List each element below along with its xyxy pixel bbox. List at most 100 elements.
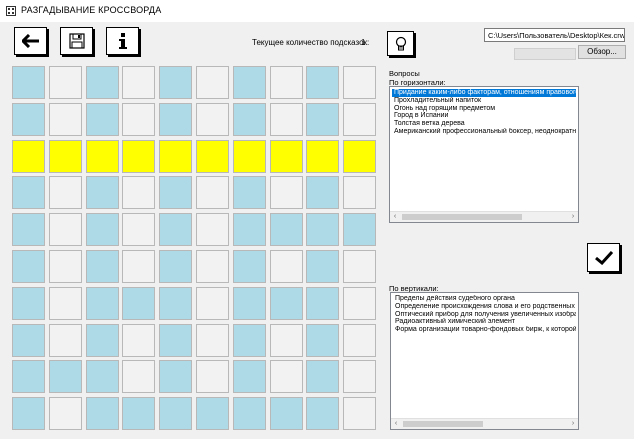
grid-cell [48, 102, 82, 136]
grid-cell[interactable] [12, 360, 45, 394]
grid-cell[interactable] [306, 397, 340, 431]
grid-cell[interactable] [85, 286, 119, 320]
grid-cell[interactable] [48, 360, 82, 394]
grid-cell[interactable] [159, 360, 193, 394]
grid-cell[interactable] [12, 66, 45, 99]
question-item[interactable]: Радиоактивный химический элемент [393, 318, 576, 326]
grid-cell[interactable] [159, 176, 193, 210]
grid-cell[interactable] [12, 323, 45, 357]
grid-cell[interactable] [306, 176, 340, 210]
grid-cell[interactable] [269, 286, 303, 320]
browse-button[interactable]: Обзор... [578, 45, 626, 59]
grid-cell[interactable] [122, 286, 156, 320]
grid-cell[interactable] [306, 286, 340, 320]
grid-cell[interactable] [85, 250, 119, 283]
grid-cell[interactable] [232, 213, 266, 247]
grid-cell[interactable] [85, 102, 119, 136]
grid-cell[interactable] [232, 323, 266, 357]
grid-cell [269, 176, 303, 210]
save-button[interactable] [60, 27, 93, 55]
question-item[interactable]: Пределы действия судебного органа [393, 295, 576, 303]
grid-cell[interactable] [269, 397, 303, 431]
grid-cell[interactable] [343, 139, 377, 173]
vertical-questions-list[interactable]: Пределы действия судебного органа Определ… [390, 292, 579, 430]
question-item[interactable]: Прохладительный напиток [392, 97, 576, 105]
grid-cell[interactable] [12, 176, 45, 210]
grid-cell [196, 66, 229, 99]
grid-cell[interactable] [12, 397, 45, 431]
grid-cell[interactable] [48, 139, 82, 173]
grid-cell[interactable] [85, 397, 119, 431]
grid-cell[interactable] [159, 213, 193, 247]
grid-cell[interactable] [196, 397, 229, 431]
grid-cell [196, 213, 229, 247]
grid-cell[interactable] [159, 250, 193, 283]
grid-cell[interactable] [159, 286, 193, 320]
grid-cell [196, 102, 229, 136]
grid-cell[interactable] [12, 250, 45, 283]
grid-cell[interactable] [196, 139, 229, 173]
grid-cell[interactable] [85, 176, 119, 210]
question-item[interactable]: Форма организации товарно-фондовых бирж,… [393, 326, 576, 334]
grid-cell[interactable] [12, 139, 45, 173]
question-item[interactable]: Придание каким-либо факторам, отношениям… [392, 89, 576, 97]
horizontal-scrollbar[interactable]: ‹ › [390, 211, 578, 222]
grid-cell[interactable] [306, 139, 340, 173]
grid-cell[interactable] [306, 360, 340, 394]
grid-cell[interactable] [232, 66, 266, 99]
grid-cell[interactable] [85, 360, 119, 394]
question-item[interactable]: Город в Испании [392, 112, 576, 120]
grid-cell[interactable] [306, 323, 340, 357]
scroll-left-icon[interactable]: ‹ [390, 212, 400, 222]
grid-cell[interactable] [159, 66, 193, 99]
question-item[interactable]: Определение происхождения слова и его ро… [393, 303, 576, 311]
scroll-left-icon[interactable]: ‹ [391, 419, 401, 429]
grid-cell[interactable] [159, 397, 193, 431]
vertical-list-scrollbar[interactable]: ‹ › [391, 418, 578, 429]
scroll-thumb[interactable] [403, 421, 483, 427]
file-path-field[interactable]: C:\Users\Пользователь\Desktop\Кек.crwd [484, 28, 625, 42]
grid-cell [269, 66, 303, 99]
grid-cell[interactable] [269, 213, 303, 247]
scroll-right-icon[interactable]: › [568, 419, 578, 429]
grid-cell[interactable] [122, 397, 156, 431]
grid-cell[interactable] [85, 323, 119, 357]
grid-cell[interactable] [232, 102, 266, 136]
grid-cell[interactable] [232, 360, 266, 394]
grid-cell[interactable] [159, 139, 193, 173]
scroll-right-icon[interactable]: › [568, 212, 578, 222]
grid-cell[interactable] [85, 139, 119, 173]
grid-cell[interactable] [122, 139, 156, 173]
grid-cell[interactable] [306, 102, 340, 136]
grid-cell[interactable] [232, 397, 266, 431]
grid-cell[interactable] [85, 213, 119, 247]
check-button[interactable] [587, 243, 620, 272]
grid-cell[interactable] [343, 213, 377, 247]
grid-cell[interactable] [159, 102, 193, 136]
grid-cell[interactable] [232, 250, 266, 283]
grid-cell[interactable] [269, 139, 303, 173]
horizontal-questions-list[interactable]: Придание каким-либо факторам, отношениям… [389, 86, 579, 223]
grid-cell[interactable] [12, 213, 45, 247]
question-item[interactable]: Огонь над горящим предметом [392, 105, 576, 113]
grid-cell[interactable] [85, 66, 119, 99]
grid-cell[interactable] [12, 102, 45, 136]
grid-cell[interactable] [12, 286, 45, 320]
grid-cell[interactable] [306, 250, 340, 283]
question-item[interactable]: Американский профессиональный боксер, не… [392, 128, 576, 136]
question-item[interactable]: Оптический прибор для получения увеличен… [393, 311, 576, 319]
grid-cell[interactable] [159, 323, 193, 357]
grid-cell[interactable] [232, 139, 266, 173]
question-item[interactable]: Толстая ветка дерева [392, 120, 576, 128]
grid-cell[interactable] [232, 176, 266, 210]
back-button[interactable] [14, 27, 47, 55]
info-button[interactable] [106, 27, 139, 55]
scroll-thumb[interactable] [402, 214, 522, 220]
grid-cell [196, 360, 229, 394]
grid-cell[interactable] [306, 213, 340, 247]
hint-button[interactable] [387, 31, 414, 56]
grid-cell [343, 66, 377, 99]
grid-cell[interactable] [306, 66, 340, 99]
grid-cell[interactable] [232, 286, 266, 320]
grid-cell [196, 250, 229, 283]
